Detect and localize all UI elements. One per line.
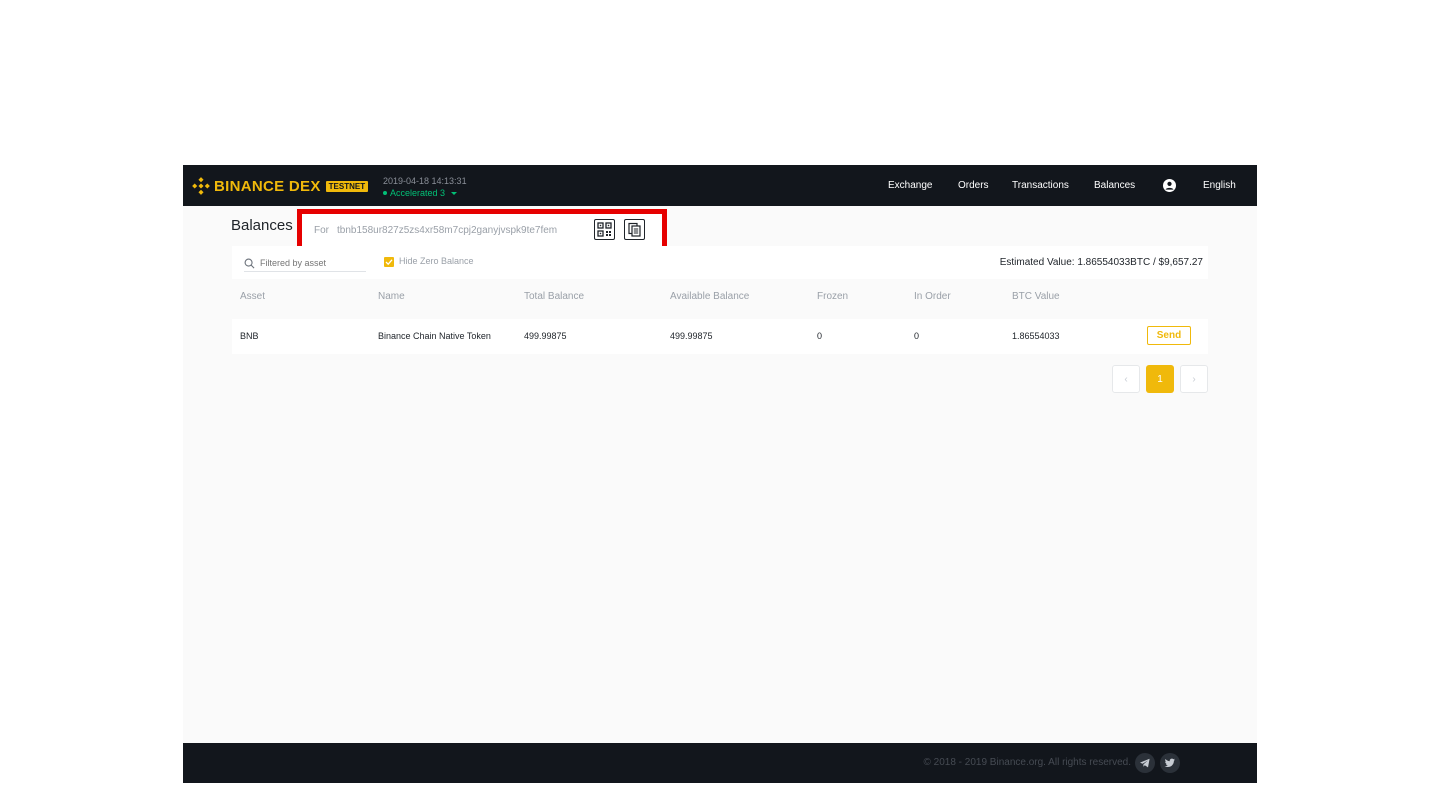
twitter-icon — [1164, 758, 1175, 767]
filter-bar: Hide Zero Balance Estimated Value: 1.865… — [232, 246, 1208, 279]
col-in-order: In Order — [914, 291, 951, 302]
address-prefix: For — [314, 225, 329, 236]
chevron-down-icon — [451, 191, 458, 195]
prev-page-button[interactable]: ‹ — [1112, 365, 1140, 393]
cell-frozen: 0 — [817, 331, 823, 341]
block-timestamp: 2019-04-18 14:13:31 — [383, 176, 467, 186]
col-name: Name — [378, 291, 405, 302]
user-account-icon[interactable] — [1163, 179, 1176, 192]
copy-icon — [628, 222, 641, 237]
top-navigation-bar: BINANCE DEX TESTNET 2019-04-18 14:13:31 … — [183, 165, 1257, 206]
copyright-text: © 2018 - 2019 Binance.org. All rights re… — [923, 757, 1132, 768]
cell-available-balance: 499.99875 — [670, 331, 713, 341]
cell-in-order: 0 — [914, 331, 920, 341]
send-button[interactable]: Send — [1147, 326, 1191, 345]
testnet-badge: TESTNET — [325, 180, 369, 192]
col-btc-value: BTC Value — [1012, 291, 1060, 302]
cell-btc-value: 1.86554033 — [1012, 331, 1060, 341]
page-1-button[interactable]: 1 — [1146, 365, 1174, 393]
col-total-balance: Total Balance — [524, 291, 585, 302]
estimated-value: Estimated Value: 1.86554033BTC / $9,657.… — [999, 257, 1203, 268]
table-header: Asset Name Total Balance Available Balan… — [232, 291, 1208, 307]
col-frozen: Frozen — [817, 291, 849, 302]
table-row: BNB Binance Chain Native Token 499.99875… — [232, 319, 1208, 354]
twitter-link[interactable] — [1160, 753, 1180, 773]
node-selector[interactable]: Accelerated 3 — [383, 187, 467, 199]
footer: © 2018 - 2019 Binance.org. All rights re… — [183, 743, 1257, 783]
block-info: 2019-04-18 14:13:31 Accelerated 3 — [383, 175, 467, 199]
cell-name: Binance Chain Native Token — [378, 331, 491, 341]
cell-total-balance: 499.99875 — [524, 331, 567, 341]
show-qr-button[interactable] — [594, 219, 615, 240]
hide-zero-label[interactable]: Hide Zero Balance — [399, 256, 474, 266]
cell-asset: BNB — [240, 331, 259, 341]
status-dot-icon — [383, 191, 387, 195]
next-page-button[interactable]: › — [1180, 365, 1208, 393]
telegram-link[interactable] — [1135, 753, 1155, 773]
binance-logo-icon — [192, 177, 210, 195]
brand-logo[interactable]: BINANCE DEX TESTNET — [192, 176, 369, 196]
telegram-icon — [1140, 758, 1150, 768]
language-selector[interactable]: English — [1203, 165, 1236, 206]
hide-zero-checkbox[interactable] — [384, 257, 394, 267]
node-label: Accelerated 3 — [390, 188, 446, 198]
page-title: Balances — [231, 217, 293, 234]
wallet-address: tbnb158ur827z5zs4xr58m7cpj2ganyjvspk9te7… — [337, 225, 558, 236]
search-icon — [244, 258, 255, 268]
col-available-balance: Available Balance — [670, 291, 750, 302]
asset-search[interactable] — [244, 255, 366, 272]
app-window: BINANCE DEX TESTNET 2019-04-18 14:13:31 … — [183, 165, 1257, 783]
nav-transactions[interactable]: Transactions — [1012, 165, 1069, 206]
copy-address-button[interactable] — [624, 219, 645, 240]
qr-code-icon — [597, 222, 612, 237]
brand-name: BINANCE DEX — [214, 177, 321, 195]
nav-exchange[interactable]: Exchange — [888, 165, 932, 206]
col-asset: Asset — [240, 291, 266, 302]
nav-balances[interactable]: Balances — [1094, 165, 1135, 206]
asset-search-input[interactable] — [260, 258, 360, 268]
checkmark-icon — [385, 259, 393, 266]
nav-orders[interactable]: Orders — [958, 165, 989, 206]
